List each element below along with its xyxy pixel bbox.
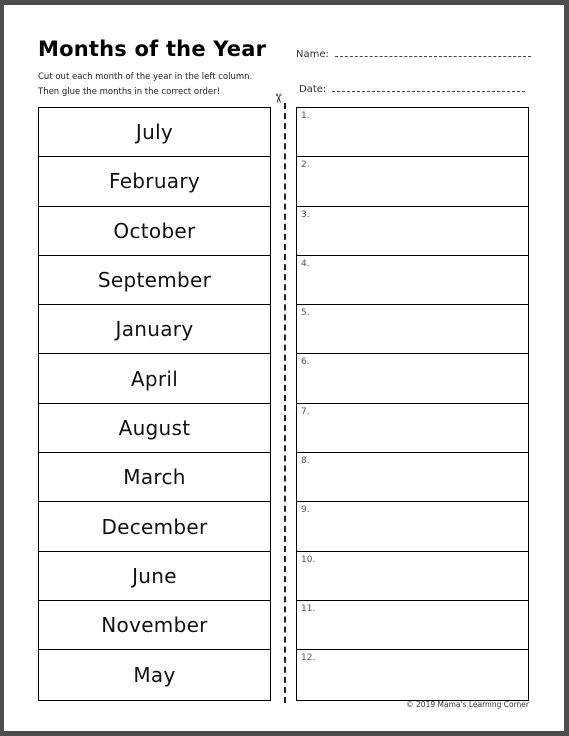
answer-cell: 8. (297, 453, 528, 503)
answer-number: 6. (301, 357, 310, 368)
instructions: Cut out each month of the year in the le… (38, 70, 298, 100)
answer-cell: 4. (297, 256, 528, 306)
month-cell: October (39, 207, 270, 256)
answer-cell: 2. (297, 157, 528, 207)
answer-cell: 6. (297, 354, 528, 404)
month-cell: March (39, 453, 270, 503)
answer-cell: 3. (297, 207, 528, 256)
answer-cell: 1. (297, 108, 528, 158)
scissors-icon: ✂ (269, 93, 285, 104)
answer-number: 5. (301, 308, 310, 319)
name-label: Name: (296, 49, 329, 60)
answer-number: 1. (301, 111, 310, 121)
month-cell: January (39, 305, 270, 355)
month-cell: September (39, 256, 270, 306)
month-cell: June (39, 552, 270, 601)
name-field[interactable]: Name: (296, 49, 531, 60)
answer-cell: 11. (297, 601, 528, 651)
answer-number: 2. (301, 160, 310, 171)
instruction-line: Then glue the months in the correct orde… (38, 87, 220, 97)
month-cell: February (39, 157, 270, 207)
months-cutout-column: July February October September January … (38, 107, 271, 701)
date-field[interactable]: Date: (299, 84, 526, 95)
answer-number: 10. (301, 554, 316, 565)
answer-number: 4. (301, 258, 310, 269)
answer-cell: 5. (297, 305, 528, 355)
answer-column: 1. 2. 3. 4. 5. 6. 7. 8. 9. 10. 11. 12. (296, 107, 529, 701)
month-cell: December (39, 502, 270, 552)
answer-number: 11. (301, 603, 316, 614)
date-blank-line[interactable] (332, 90, 526, 92)
answer-number: 8. (301, 456, 310, 467)
cut-line (284, 103, 286, 703)
copyright-text: © 2019 Mama's Learning Corner (406, 700, 529, 709)
worksheet-title: Months of the Year (38, 37, 267, 61)
answer-cell: 12. (297, 650, 528, 699)
date-label: Date: (299, 84, 327, 95)
month-cell: November (39, 601, 270, 651)
instruction-line: Cut out each month of the year in the le… (38, 72, 253, 82)
answer-number: 9. (301, 505, 310, 516)
answer-cell: 10. (297, 552, 528, 601)
month-cell: August (39, 404, 270, 454)
worksheet-page: Months of the Year Cut out each month of… (4, 5, 564, 731)
answer-number: 7. (301, 406, 310, 417)
answer-number: 3. (301, 209, 310, 220)
month-cell: July (39, 108, 270, 158)
month-cell: April (39, 354, 270, 404)
answer-cell: 9. (297, 502, 528, 552)
answer-cell: 7. (297, 404, 528, 454)
month-cell: May (133, 662, 176, 687)
answer-number: 12. (301, 653, 316, 664)
name-blank-line[interactable] (334, 55, 531, 57)
